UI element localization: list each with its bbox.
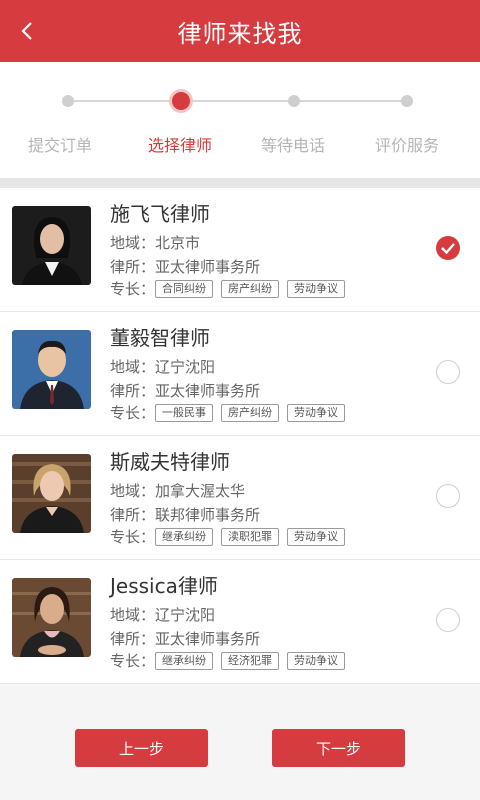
specialty-tag: 劳动争议 (287, 280, 346, 298)
region-label: 地域： (110, 606, 156, 624)
lawyer-list-item[interactable]: 董毅智律师 地域：辽宁沈阳 律所：亚太律师事务所 专长： 一般民事 房产纠纷 劳动争议 (0, 312, 480, 436)
specialty-label: 专长： (110, 528, 156, 546)
specialty-label: 专长： (110, 652, 156, 670)
section-divider (0, 178, 480, 188)
next-step-button[interactable]: 下一步 (272, 729, 405, 767)
lawyer-region: 辽宁沈阳 (155, 606, 216, 624)
lawyer-name: 施飞飞律师 (110, 202, 210, 226)
lawyer-firm-row: 律所：亚太律师事务所 (110, 628, 260, 649)
step-label-3: 等待电话 (260, 136, 325, 155)
specialty-tag: 继承纠纷 (155, 528, 214, 546)
step-dot-2-active (172, 92, 190, 110)
lawyer-firm-row: 律所：亚太律师事务所 (110, 256, 260, 277)
firm-label: 律所： (110, 258, 156, 276)
specialty-tag: 合同纠纷 (155, 280, 214, 298)
region-label: 地域： (110, 358, 156, 376)
lawyer-photo-3 (12, 454, 91, 533)
lawyer-name: 斯威夫特律师 (110, 450, 230, 474)
firm-label: 律所： (110, 506, 156, 524)
lawyer-photo-2 (12, 330, 91, 409)
step-dot-1 (62, 95, 74, 107)
step-label-4: 评价服务 (374, 136, 439, 155)
region-label: 地域： (110, 482, 156, 500)
lawyer-name: 董毅智律师 (110, 326, 210, 350)
lawyer-list: 施飞飞律师 地域：北京市 律所：亚太律师事务所 专长： 合同纠纷 房产纠纷 劳动争议 … (0, 188, 480, 684)
lawyer-firm-row: 律所：亚太律师事务所 (110, 380, 260, 401)
select-radio[interactable] (436, 484, 460, 508)
step-label-1: 提交订单 (27, 136, 92, 155)
lawyer-firm: 联邦律师事务所 (155, 506, 261, 524)
progress-steps: 提交订单 选择律师 等待电话 评价服务 (0, 62, 480, 178)
region-label: 地域： (110, 234, 156, 252)
lawyer-specialty-row: 专长： 合同纠纷 房产纠纷 劳动争议 (110, 278, 353, 299)
lawyer-name: Jessica律师 (110, 574, 218, 598)
lawyer-photo-4 (12, 578, 91, 657)
specialty-tag: 一般民事 (155, 404, 214, 422)
lawyer-specialty-row: 专长： 继承纠纷 渎职犯罪 劳动争议 (110, 526, 353, 547)
step-dot-3 (288, 95, 300, 107)
step-dot-4 (401, 95, 413, 107)
firm-label: 律所： (110, 630, 156, 648)
specialty-tag: 房产纠纷 (221, 280, 280, 298)
specialty-tag: 劳动争议 (287, 528, 346, 546)
specialty-label: 专长： (110, 280, 156, 298)
specialty-tag: 经济犯罪 (221, 652, 280, 670)
specialty-tag: 劳动争议 (287, 652, 346, 670)
lawyer-specialty-row: 专长： 一般民事 房产纠纷 劳动争议 (110, 402, 353, 423)
step-label-2: 选择律师 (147, 136, 212, 155)
specialty-tag: 渎职犯罪 (221, 528, 280, 546)
progress-track (68, 100, 407, 102)
lawyer-region-row: 地域：北京市 (110, 232, 200, 253)
lawyer-list-item[interactable]: 施飞飞律师 地域：北京市 律所：亚太律师事务所 专长： 合同纠纷 房产纠纷 劳动争议 (0, 188, 480, 312)
checkmark-icon (441, 243, 455, 255)
select-radio[interactable] (436, 608, 460, 632)
lawyer-list-item[interactable]: Jessica律师 地域：辽宁沈阳 律所：亚太律师事务所 专长： 继承纠纷 经济犯罪… (0, 560, 480, 684)
lawyer-firm: 亚太律师事务所 (155, 630, 261, 648)
app-header: 律师来找我 (0, 0, 480, 62)
firm-label: 律所： (110, 382, 156, 400)
lawyer-region: 加拿大渥太华 (155, 482, 246, 500)
lawyer-firm: 亚太律师事务所 (155, 382, 261, 400)
lawyer-specialty-row: 专长： 继承纠纷 经济犯罪 劳动争议 (110, 650, 353, 671)
lawyer-list-item[interactable]: 斯威夫特律师 地域：加拿大渥太华 律所：联邦律师事务所 专长： 继承纠纷 渎职犯罪劳… (0, 436, 480, 560)
lawyer-region: 北京市 (155, 234, 201, 252)
lawyer-region-row: 地域：辽宁沈阳 (110, 604, 215, 625)
lawyer-photo-1 (12, 206, 91, 285)
specialty-tag: 房产纠纷 (221, 404, 280, 422)
specialty-tag: 劳动争议 (287, 404, 346, 422)
specialty-tag: 继承纠纷 (155, 652, 214, 670)
prev-step-button[interactable]: 上一步 (75, 729, 208, 767)
lawyer-region-row: 地域：辽宁沈阳 (110, 356, 215, 377)
select-radio[interactable] (436, 360, 460, 384)
lawyer-region: 辽宁沈阳 (155, 358, 216, 376)
page-title: 律师来找我 (177, 19, 303, 48)
chevron-left-icon[interactable] (14, 16, 44, 46)
specialty-label: 专长： (110, 404, 156, 422)
select-radio-checked[interactable] (436, 236, 460, 260)
lawyer-region-row: 地域：加拿大渥太华 (110, 480, 245, 501)
lawyer-firm: 亚太律师事务所 (155, 258, 261, 276)
lawyer-firm-row: 律所：联邦律师事务所 (110, 504, 260, 525)
